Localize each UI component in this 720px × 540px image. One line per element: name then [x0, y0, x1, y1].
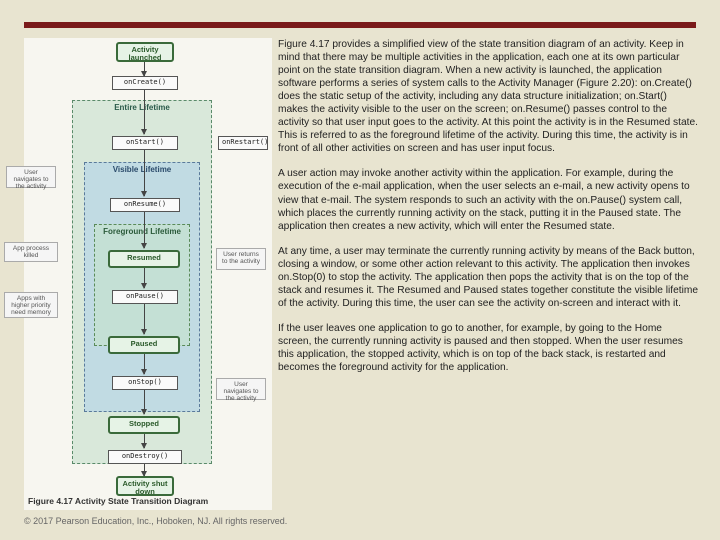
- app-process-killed-box: App process killed: [4, 242, 58, 262]
- state-diagram: Entire Lifetime Visible Lifetime Foregro…: [24, 38, 272, 510]
- text-content: Figure 4.17 provides a simplified view o…: [278, 38, 698, 504]
- paragraph-2: A user action may invoke another activit…: [278, 167, 698, 232]
- arrow: [144, 90, 145, 134]
- foreground-lifetime-label: Foreground Lifetime: [103, 227, 181, 236]
- paused-box: Paused: [108, 336, 180, 354]
- arrow: [144, 150, 145, 196]
- paragraph-4: If the user leaves one application to go…: [278, 322, 698, 374]
- note-higher-priority: Apps with higher priority need memory: [4, 292, 58, 318]
- arrow: [144, 268, 145, 288]
- arrow: [144, 390, 145, 414]
- oncreate-box: onCreate(): [112, 76, 178, 90]
- arrow: [144, 434, 145, 448]
- note-no-longer-visible: User navigates to the activity: [216, 378, 266, 400]
- paragraph-3: At any time, a user may terminate the cu…: [278, 245, 698, 310]
- arrow: [144, 212, 145, 248]
- onstop-box: onStop(): [112, 376, 178, 390]
- arrow: [144, 464, 145, 476]
- arrow: [144, 354, 145, 374]
- arrow: [144, 304, 145, 334]
- figure-caption: Figure 4.17 Activity State Transition Di…: [28, 496, 208, 506]
- onrestart-box: onRestart(): [218, 136, 268, 150]
- arrow: [144, 62, 145, 76]
- stopped-box: Stopped: [108, 416, 180, 434]
- visible-lifetime-label: Visible Lifetime: [113, 165, 172, 174]
- ondestroy-box: onDestroy(): [108, 450, 182, 464]
- onresume-box: onResume(): [110, 198, 180, 212]
- activity-shutdown-box: Activity shut down: [116, 476, 174, 496]
- onstart-box: onStart(): [112, 136, 178, 150]
- copyright-footer: © 2017 Pearson Education, Inc., Hoboken,…: [24, 516, 287, 526]
- entire-lifetime-label: Entire Lifetime: [114, 103, 170, 112]
- paragraph-1: Figure 4.17 provides a simplified view o…: [278, 38, 698, 155]
- note-user-returns: User returns to the activity: [216, 248, 266, 270]
- header-rule: [24, 22, 696, 28]
- activity-launched-box: Activity launched: [116, 42, 174, 62]
- onpause-box: onPause(): [112, 290, 178, 304]
- note-user-navigates: User navigates to the activity: [6, 166, 56, 188]
- resumed-box: Resumed: [108, 250, 180, 268]
